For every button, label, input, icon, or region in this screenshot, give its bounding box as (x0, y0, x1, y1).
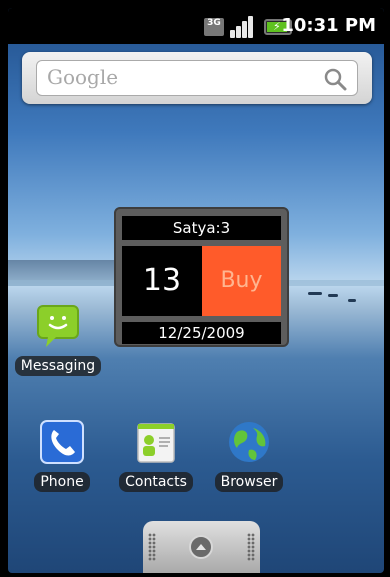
messaging-icon (37, 305, 79, 347)
app-label-browser: Browser (214, 472, 284, 492)
home-screen: 3G ⚡ 10:31 PM Google Satya:3 13 Buy 12/2… (8, 8, 384, 573)
buy-button[interactable]: Buy (202, 246, 281, 316)
browser-icon (229, 422, 269, 462)
contacts-icon (137, 423, 175, 463)
deal-date: 12/25/2009 (122, 322, 281, 344)
app-drawer-tab[interactable] (143, 521, 260, 573)
app-label-contacts: Contacts (119, 472, 193, 492)
status-time: 10:31 PM (281, 15, 376, 36)
search-input[interactable]: Google (36, 60, 358, 96)
app-drawer-up-icon[interactable] (189, 535, 213, 559)
wallpaper-island (328, 294, 338, 297)
google-search-widget[interactable]: Google (22, 52, 372, 104)
wallpaper-island (308, 292, 322, 295)
drawer-grip-left (148, 533, 156, 561)
wallpaper-island (348, 299, 356, 302)
search-icon[interactable] (323, 67, 347, 91)
app-contacts[interactable]: Contacts (114, 418, 198, 492)
phone-icon (40, 420, 84, 464)
deal-count: 13 (122, 246, 202, 316)
signal-strength-icon (230, 16, 256, 38)
deal-user-label: Satya:3 (122, 216, 281, 240)
drawer-grip-right (247, 533, 255, 561)
network-type-label: 3G (207, 18, 221, 28)
network-3g-icon: 3G (204, 18, 224, 36)
app-label-messaging: Messaging (14, 356, 102, 376)
app-phone[interactable]: Phone (22, 418, 102, 492)
app-messaging[interactable]: Messaging (14, 302, 102, 376)
app-browser[interactable]: Browser (206, 418, 292, 492)
status-bar[interactable]: 3G ⚡ 10:31 PM (8, 8, 384, 44)
app-label-phone: Phone (34, 472, 90, 492)
deal-widget[interactable]: Satya:3 13 Buy 12/25/2009 (114, 207, 289, 347)
search-placeholder: Google (47, 65, 119, 89)
